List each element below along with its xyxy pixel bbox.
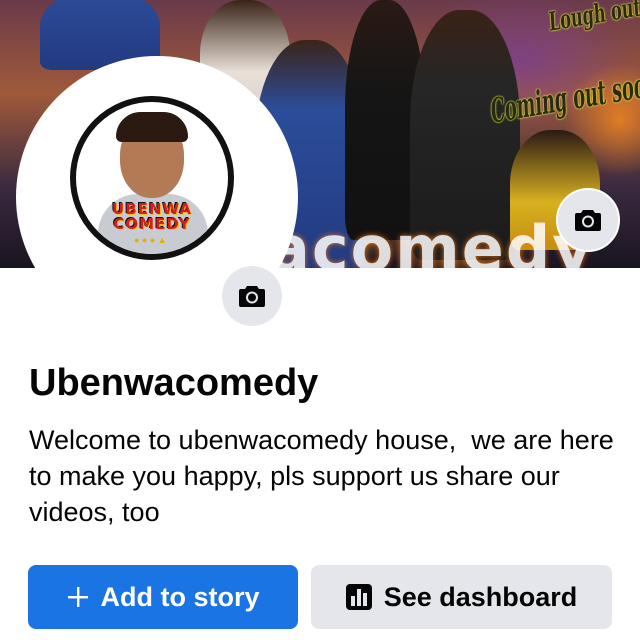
avatar: UBENWA COMEDY ● ● ● ▲ <box>70 96 234 260</box>
emoji-row: ● ● ● ▲ <box>134 235 167 245</box>
camera-icon <box>239 286 265 307</box>
add-to-story-button[interactable]: Add to story <box>28 565 298 629</box>
cover-watermark: acomedy <box>268 212 595 268</box>
see-dashboard-label: See dashboard <box>383 581 578 612</box>
edit-profile-picture-button[interactable] <box>222 266 282 326</box>
see-dashboard-button[interactable]: See dashboard <box>311 565 612 629</box>
plus-icon <box>67 586 89 608</box>
bar-chart-icon <box>345 584 372 610</box>
page-title: Ubenwacomedy <box>29 362 319 404</box>
page-bio: Welcome to ubenwacomedy house, we are he… <box>29 425 622 527</box>
add-to-story-label: Add to story <box>100 581 260 612</box>
cover-overlay-text: Lough out <box>548 0 640 38</box>
edit-cover-photo-button[interactable] <box>556 188 620 252</box>
camera-icon <box>575 210 601 231</box>
avatar-logo-text: UBENWA COMEDY <box>112 200 192 233</box>
